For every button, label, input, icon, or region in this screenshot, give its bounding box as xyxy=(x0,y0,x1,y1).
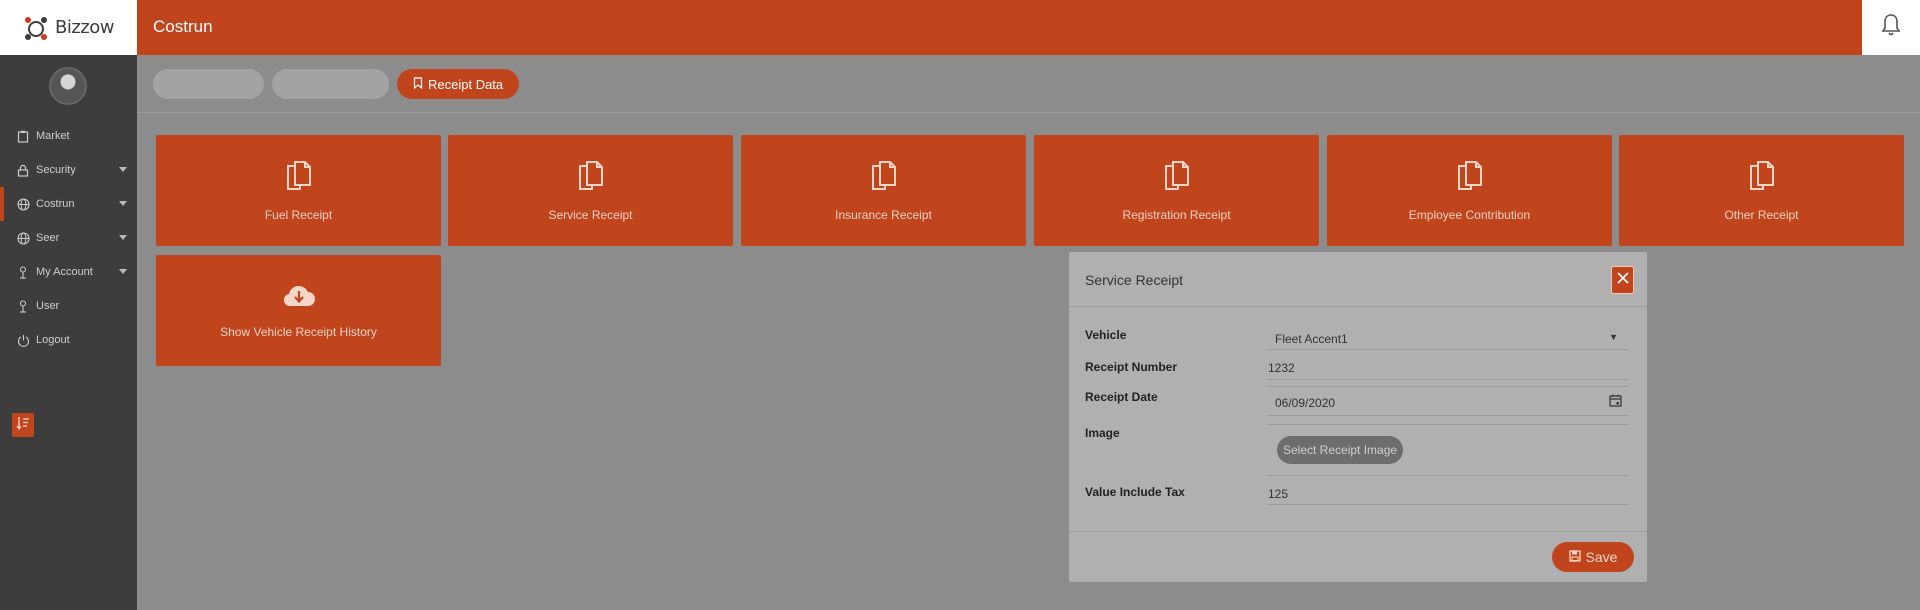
top-bar: Bizzow Costrun xyxy=(0,0,1920,55)
vehicle-value: Fleet Accent1 xyxy=(1275,332,1348,346)
sidebar: Market Security Costrun Seer My Account … xyxy=(0,55,137,610)
card-label: Employee Contribution xyxy=(1408,208,1531,222)
documents-icon xyxy=(869,159,899,198)
documents-icon xyxy=(284,159,314,198)
sidebar-item-label: Market xyxy=(36,130,70,142)
lock-icon xyxy=(16,163,30,177)
user-icon xyxy=(16,265,30,279)
power-icon xyxy=(16,333,30,347)
card-insurance-receipt[interactable]: Insurance Receipt xyxy=(741,135,1026,246)
user-icon xyxy=(16,299,30,313)
close-icon xyxy=(1616,271,1629,289)
save-button[interactable]: Save xyxy=(1552,542,1634,572)
sidebar-item-label: Seer xyxy=(36,232,60,244)
documents-icon xyxy=(1162,159,1192,198)
card-label: Show Vehicle Receipt History xyxy=(220,325,377,339)
sidebar-nav: Market Security Costrun Seer My Account … xyxy=(0,119,137,357)
receipt-number-label: Receipt Number xyxy=(1085,360,1178,374)
modal-header: Service Receipt xyxy=(1069,252,1647,307)
sidebar-item-logout[interactable]: Logout xyxy=(0,323,137,357)
receipt-date-value: 06/09/2020 xyxy=(1275,396,1336,410)
card-registration-receipt[interactable]: Registration Receipt xyxy=(1034,135,1319,246)
sidebar-item-costrun[interactable]: Costrun xyxy=(0,187,137,221)
sidebar-item-market[interactable]: Market xyxy=(0,119,137,153)
modal-title: Service Receipt xyxy=(1085,272,1184,288)
logo-text: Bizzow xyxy=(55,17,114,38)
cloud-download-icon xyxy=(282,282,316,315)
receipt-date-label: Receipt Date xyxy=(1085,390,1158,404)
card-label: Other Receipt xyxy=(1724,208,1799,222)
save-label: Save xyxy=(1585,549,1618,565)
clipboard-icon xyxy=(16,129,30,143)
card-label: Registration Receipt xyxy=(1122,208,1231,222)
bell-icon xyxy=(1881,13,1901,42)
sort-icon xyxy=(16,416,30,435)
bookmark-icon xyxy=(413,76,423,92)
value-include-tax-input[interactable]: 125 xyxy=(1266,483,1629,505)
avatar[interactable] xyxy=(49,67,87,105)
globe-icon xyxy=(16,197,30,211)
chevron-down-icon xyxy=(119,201,127,206)
sidebar-item-security[interactable]: Security xyxy=(0,153,137,187)
card-label: Fuel Receipt xyxy=(264,208,333,222)
tab-receipt-data[interactable]: Receipt Data xyxy=(397,69,520,99)
save-icon xyxy=(1568,549,1581,565)
sort-button[interactable] xyxy=(12,413,34,437)
sidebar-item-seer[interactable]: Seer xyxy=(0,221,137,255)
receipt-date-input[interactable]: 06/09/2020 xyxy=(1266,386,1629,416)
tab-label: Receipt Data xyxy=(428,76,504,92)
documents-icon xyxy=(1747,159,1777,198)
card-vehicle-receipt-history[interactable]: Show Vehicle Receipt History xyxy=(156,255,441,366)
toolbar: Receipt Data xyxy=(153,69,520,99)
calendar-icon[interactable] xyxy=(1609,394,1622,410)
sidebar-item-label: Security xyxy=(36,164,76,176)
service-receipt-modal: Service Receipt Vehicle Fleet Accent1 ▼ … xyxy=(1069,252,1647,582)
sidebar-item-label: Logout xyxy=(36,334,70,346)
sidebar-item-my-account[interactable]: My Account xyxy=(0,255,137,289)
sidebar-item-user[interactable]: User xyxy=(0,289,137,323)
logo[interactable]: Bizzow xyxy=(0,0,137,55)
value-include-tax-label: Value Include Tax xyxy=(1085,485,1185,499)
modal-footer-divider xyxy=(1069,531,1647,532)
logo-mark-icon xyxy=(23,15,49,41)
sidebar-item-label: My Account xyxy=(36,266,93,278)
tab-ghost-2[interactable] xyxy=(272,69,389,99)
documents-icon xyxy=(576,159,606,198)
divider xyxy=(137,112,1920,113)
close-button[interactable] xyxy=(1611,266,1634,294)
vehicle-label: Vehicle xyxy=(1085,328,1127,342)
card-label: Insurance Receipt xyxy=(835,208,932,222)
chevron-down-icon xyxy=(119,235,127,240)
page-title: Costrun xyxy=(153,17,213,36)
vehicle-select[interactable]: Fleet Accent1 ▼ xyxy=(1266,324,1629,350)
card-other-receipt[interactable]: Other Receipt xyxy=(1619,135,1904,246)
card-fuel-receipt[interactable]: Fuel Receipt xyxy=(156,135,441,246)
documents-icon xyxy=(1455,159,1485,198)
notifications-button[interactable] xyxy=(1862,0,1920,55)
sidebar-item-label: User xyxy=(36,300,60,312)
image-label: Image xyxy=(1085,426,1120,440)
card-service-receipt[interactable]: Service Receipt xyxy=(448,135,733,246)
globe-icon xyxy=(16,231,30,245)
receipt-number-input[interactable]: 1232 xyxy=(1266,358,1629,380)
sidebar-item-label: Costrun xyxy=(36,198,75,210)
chevron-down-icon xyxy=(119,167,127,172)
select-receipt-image-button[interactable]: Select Receipt Image xyxy=(1277,436,1404,464)
card-label: Service Receipt xyxy=(548,208,633,222)
chevron-down-icon: ▼ xyxy=(1609,332,1618,342)
tab-ghost-1[interactable] xyxy=(153,69,264,99)
chevron-down-icon xyxy=(119,269,127,274)
card-employee-contribution[interactable]: Employee Contribution xyxy=(1327,135,1612,246)
